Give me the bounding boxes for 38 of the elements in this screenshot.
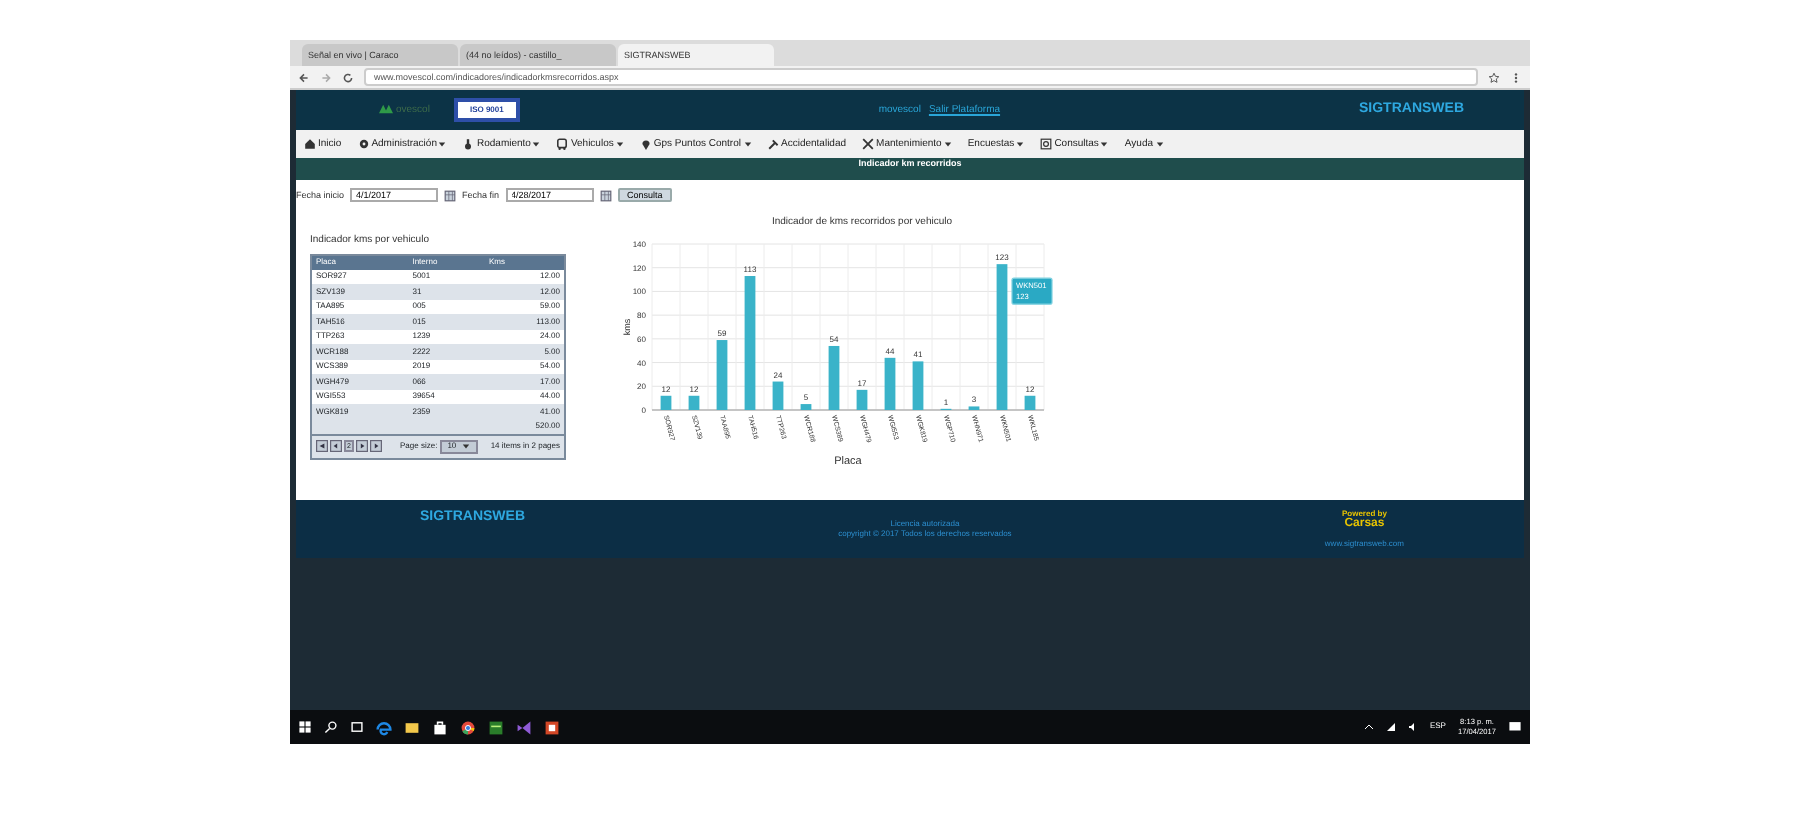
last-page-button[interactable] [370, 440, 382, 453]
caret-icon[interactable] [1155, 140, 1164, 148]
star-icon[interactable] [1488, 71, 1500, 83]
caret-icon[interactable] [532, 140, 541, 148]
bus-icon [556, 138, 569, 150]
speaker-icon[interactable] [1407, 722, 1418, 732]
gear-icon [357, 138, 370, 150]
caret-icon[interactable] [462, 442, 471, 451]
next-page-button[interactable] [356, 440, 368, 453]
edge-icon[interactable] [376, 719, 392, 735]
caret-icon[interactable] [743, 140, 751, 148]
windows-icon[interactable] [298, 720, 312, 734]
folder-icon[interactable] [404, 719, 420, 735]
back-icon[interactable] [298, 71, 310, 83]
caret-icon[interactable] [1100, 140, 1109, 148]
visual-studio-icon[interactable] [516, 719, 532, 735]
chrome-icon[interactable] [460, 719, 476, 735]
home-icon [304, 138, 316, 150]
calendar-icon[interactable] [599, 189, 612, 201]
hammer-icon [767, 138, 779, 150]
terminal-icon[interactable] [488, 719, 504, 735]
caret-icon[interactable] [615, 140, 624, 148]
caret-icon[interactable] [438, 140, 447, 148]
bag-icon[interactable] [432, 719, 448, 735]
powerpoint-icon[interactable] [544, 719, 560, 735]
logo-icon [376, 102, 396, 117]
caret-icon[interactable] [943, 140, 952, 148]
notification-icon[interactable] [1508, 720, 1522, 734]
calendar-icon[interactable] [444, 189, 457, 201]
network-icon[interactable] [1385, 722, 1396, 732]
caret-icon[interactable] [1016, 140, 1025, 148]
reload-icon[interactable] [342, 71, 354, 83]
task-view-icon[interactable] [350, 720, 364, 734]
chevron-icon[interactable] [1363, 722, 1374, 732]
prev-page-button[interactable] [330, 440, 342, 453]
pin-icon [639, 138, 652, 150]
first-page-button[interactable] [316, 440, 328, 453]
menu-icon[interactable] [1510, 71, 1522, 83]
